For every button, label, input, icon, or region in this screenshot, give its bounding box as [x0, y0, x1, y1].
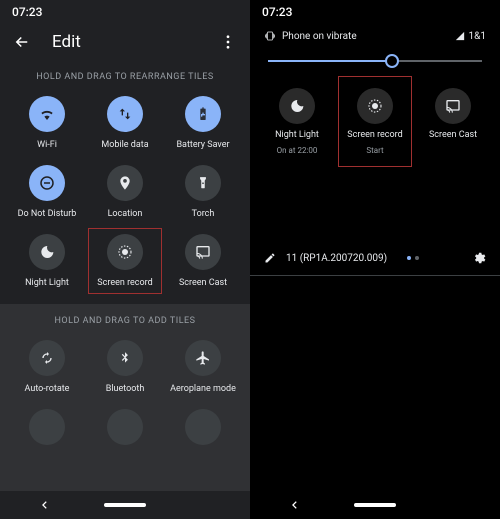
add-tiles-section: HOLD AND DRAG TO ADD TILES Auto-rotate B…: [0, 304, 250, 519]
nav-home-button[interactable]: [104, 503, 146, 507]
nav-bar-right: [250, 491, 500, 519]
vibrate-icon: [264, 30, 276, 42]
mobile-data-icon: [107, 96, 143, 132]
unknown-icon: [29, 409, 65, 445]
dot-active: [407, 256, 411, 260]
highlight-box: [338, 76, 412, 167]
nav-home-button[interactable]: [354, 503, 396, 507]
available-tiles-grid: Auto-rotate Bluetooth Aeroplane mode: [0, 340, 250, 445]
qs-tiles-grid: Night Light On at 22:00 Screen record St…: [250, 82, 500, 161]
signal-icon: [455, 31, 465, 41]
nav-back-button[interactable]: [290, 500, 304, 510]
unknown-icon: [185, 409, 221, 445]
status-bar-left: 07:23: [0, 0, 250, 24]
slider-track: [268, 60, 482, 62]
moon-icon: [29, 234, 65, 270]
tile-label: Torch: [192, 209, 215, 220]
tile-label: Screen Cast: [429, 130, 477, 140]
moon-icon: [279, 88, 315, 124]
cast-icon: [435, 88, 471, 124]
build-label: 11 (RP1A.200720.009): [286, 253, 387, 264]
qs-tile-screen-record[interactable]: Screen record Start: [336, 82, 414, 161]
dot-inactive: [415, 256, 419, 260]
tile-aeroplane[interactable]: Aeroplane mode: [164, 340, 242, 395]
signal-status: 1&1: [455, 31, 486, 42]
add-hint: HOLD AND DRAG TO ADD TILES: [0, 304, 250, 340]
slider-thumb[interactable]: [385, 54, 399, 68]
tile-partial-1[interactable]: [8, 409, 86, 445]
tile-torch[interactable]: Torch: [164, 165, 242, 220]
vibrate-label: Phone on vibrate: [282, 31, 357, 42]
nav-bar-left: [0, 491, 250, 519]
qs-edit-pane: 07:23 Edit HOLD AND DRAG TO REARRANGE TI…: [0, 0, 250, 519]
tile-label: Screen Cast: [179, 278, 227, 289]
tile-label: Wi-Fi: [37, 140, 57, 151]
tile-label: Do Not Disturb: [18, 209, 77, 220]
page-indicator: [407, 256, 419, 260]
dnd-icon: [29, 165, 65, 201]
unknown-icon: [107, 409, 143, 445]
tile-battery-saver[interactable]: Battery Saver: [164, 96, 242, 151]
tile-label: Aeroplane mode: [170, 384, 236, 395]
pencil-icon[interactable]: [264, 252, 276, 264]
tile-partial-2[interactable]: [86, 409, 164, 445]
tile-wifi[interactable]: Wi-Fi: [8, 96, 86, 151]
vibrate-status[interactable]: Phone on vibrate: [264, 30, 357, 42]
wifi-icon: [29, 96, 65, 132]
nav-back-button[interactable]: [40, 500, 54, 510]
tile-auto-rotate[interactable]: Auto-rotate: [8, 340, 86, 395]
rearrange-hint: HOLD AND DRAG TO REARRANGE TILES: [0, 60, 250, 96]
active-tiles-grid: Wi-Fi Mobile data Battery Saver Do Not D…: [0, 96, 250, 288]
tile-screen-record[interactable]: Screen record: [86, 234, 164, 289]
tile-subtext: On at 22:00: [277, 146, 318, 155]
torch-icon: [185, 165, 221, 201]
tile-screen-cast[interactable]: Screen Cast: [164, 234, 242, 289]
slider-fill: [268, 60, 392, 62]
status-bar-right: 07:23: [250, 0, 500, 24]
rotate-icon: [29, 340, 65, 376]
tile-label: Night Light: [25, 278, 69, 289]
cast-icon: [185, 234, 221, 270]
airplane-icon: [185, 340, 221, 376]
header: Edit: [0, 24, 250, 60]
tile-partial-3[interactable]: [164, 409, 242, 445]
clock-right: 07:23: [262, 5, 292, 19]
clock-left: 07:23: [12, 5, 42, 19]
bluetooth-icon: [107, 340, 143, 376]
qs-panel-pane: 07:23 Phone on vibrate 1&1 Night Light O…: [250, 0, 500, 519]
highlight-box: [88, 228, 162, 295]
status-row: Phone on vibrate 1&1: [250, 24, 500, 48]
tile-dnd[interactable]: Do Not Disturb: [8, 165, 86, 220]
tile-label: Location: [108, 209, 143, 220]
location-icon: [107, 165, 143, 201]
tile-label: Battery Saver: [176, 140, 229, 151]
page-title: Edit: [52, 32, 198, 52]
tile-label: Mobile data: [101, 140, 148, 151]
tile-label: Night Light: [275, 130, 319, 140]
back-button[interactable]: [12, 32, 32, 52]
battery-icon: [185, 96, 221, 132]
tile-mobile-data[interactable]: Mobile data: [86, 96, 164, 151]
tile-label: Bluetooth: [106, 384, 145, 395]
overflow-menu-button[interactable]: [218, 32, 238, 52]
tile-location[interactable]: Location: [86, 165, 164, 220]
tile-night-light[interactable]: Night Light: [8, 234, 86, 289]
qs-tile-screen-cast[interactable]: Screen Cast: [414, 82, 492, 161]
gear-icon[interactable]: [472, 251, 486, 265]
tile-label: Auto-rotate: [25, 384, 70, 395]
build-info-row: 11 (RP1A.200720.009): [250, 241, 500, 276]
tile-bluetooth[interactable]: Bluetooth: [86, 340, 164, 395]
carrier-label: 1&1: [469, 31, 486, 42]
qs-tile-night-light[interactable]: Night Light On at 22:00: [258, 82, 336, 161]
